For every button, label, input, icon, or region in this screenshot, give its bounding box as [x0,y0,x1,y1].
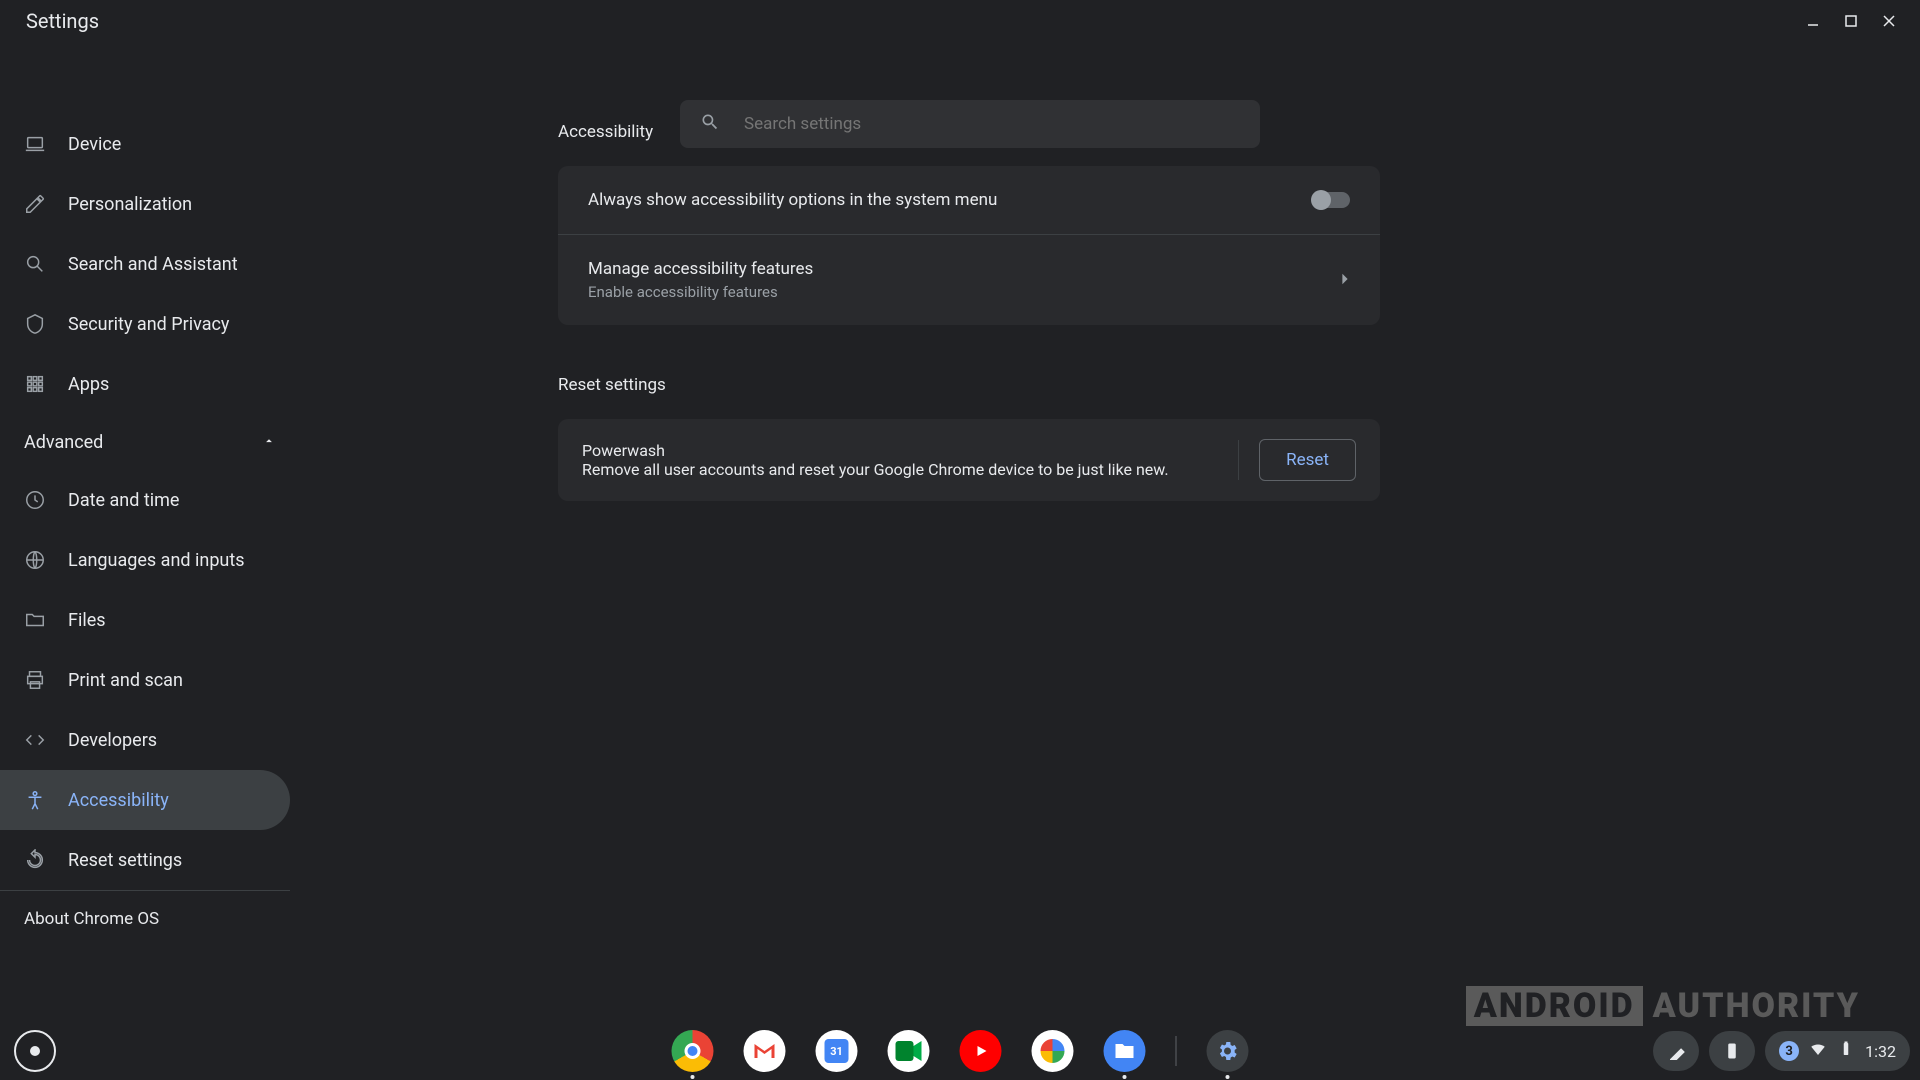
window-title: Settings [12,9,99,33]
search-icon [24,253,46,275]
globe-icon [24,549,46,571]
shield-icon [24,313,46,335]
manage-accessibility-row[interactable]: Manage accessibility features Enable acc… [558,234,1380,325]
laptop-icon [24,133,46,155]
sidebar-item-reset-settings[interactable]: Reset settings [0,830,290,890]
shelf-app-photos[interactable] [1032,1030,1074,1072]
code-icon [24,729,46,751]
accessibility-icon [24,789,46,811]
sidebar-item-label: Device [68,134,121,155]
clock-icon [24,489,46,511]
section-title-reset: Reset settings [558,375,1920,395]
sidebar-item-label: Developers [68,730,157,751]
powerwash-primary: Powerwash [582,441,1218,460]
sidebar-item-label: Files [68,610,106,631]
sidebar-item-label: Reset settings [68,850,182,871]
sidebar-item-label: Search and Assistant [68,254,238,275]
sidebar-item-label: Accessibility [68,790,169,811]
sidebar-item-label: Personalization [68,194,192,215]
shelf-separator [1176,1036,1177,1066]
always-show-toggle[interactable] [1312,192,1350,208]
watermark: ANDROID AUTHORITY [1466,986,1860,1026]
advanced-label: Advanced [24,432,103,453]
watermark-right: AUTHORITY [1653,986,1860,1026]
reset-button[interactable]: Reset [1259,439,1356,481]
maximize-button[interactable] [1832,2,1870,40]
search-bar[interactable] [680,100,1260,148]
sidebar-advanced-toggle[interactable]: Advanced [0,414,300,470]
apps-icon [24,373,46,395]
notification-badge: 3 [1779,1041,1799,1061]
wifi-icon [1809,1040,1827,1062]
tray-status-area[interactable]: 3 1:32 [1765,1031,1910,1071]
shelf-app-gmail[interactable] [744,1030,786,1072]
sidebar-item-label: Date and time [68,490,179,511]
chevron-right-icon [1340,271,1350,290]
sidebar-item-personalization[interactable]: Personalization [0,174,290,234]
accessibility-card: Always show accessibility options in the… [558,166,1380,325]
close-button[interactable] [1870,2,1908,40]
sidebar: Device Personalization Search and Assist… [0,42,300,1080]
sidebar-item-search-assistant[interactable]: Search and Assistant [0,234,290,294]
divider [1238,440,1239,480]
chevron-up-icon [262,432,276,453]
tray-phone-hub[interactable] [1709,1031,1755,1071]
folder-icon [24,609,46,631]
battery-icon [1837,1040,1855,1062]
pencil-icon [24,193,46,215]
sidebar-item-label: Languages and inputs [68,550,245,571]
sidebar-item-security-privacy[interactable]: Security and Privacy [0,294,290,354]
tray-clock: 1:32 [1865,1042,1896,1061]
search-icon [700,112,720,136]
shelf-app-meet[interactable] [888,1030,930,1072]
sidebar-item-apps[interactable]: Apps [0,354,290,414]
shelf-app-chrome[interactable] [672,1030,714,1072]
search-input[interactable] [744,114,1240,134]
reset-icon [24,849,46,871]
minimize-button[interactable] [1794,2,1832,40]
content-area: Accessibility Always show accessibility … [300,42,1920,1080]
printer-icon [24,669,46,691]
reset-card: Powerwash Remove all user accounts and r… [558,419,1380,501]
sidebar-item-label: Security and Privacy [68,314,229,335]
shelf-app-youtube[interactable] [960,1030,1002,1072]
shelf-app-settings[interactable] [1207,1030,1249,1072]
sidebar-item-files[interactable]: Files [0,590,290,650]
sidebar-item-accessibility[interactable]: Accessibility [0,770,290,830]
shelf: 31 3 1:32 [0,1022,1920,1080]
sidebar-item-date-time[interactable]: Date and time [0,470,290,530]
tray-stylus[interactable] [1653,1031,1699,1071]
shelf-app-files[interactable] [1104,1030,1146,1072]
shelf-app-calendar[interactable]: 31 [816,1030,858,1072]
manage-primary: Manage accessibility features [588,259,813,279]
sidebar-item-label: Print and scan [68,670,183,691]
launcher-button[interactable] [14,1030,56,1072]
always-show-row[interactable]: Always show accessibility options in the… [558,166,1380,234]
manage-secondary: Enable accessibility features [588,283,813,301]
sidebar-item-label: Apps [68,374,109,395]
powerwash-secondary: Remove all user accounts and reset your … [582,460,1218,479]
sidebar-item-developers[interactable]: Developers [0,710,290,770]
watermark-left: ANDROID [1466,986,1643,1026]
sidebar-item-print-scan[interactable]: Print and scan [0,650,290,710]
sidebar-about-chrome-os[interactable]: About Chrome OS [0,891,300,947]
sidebar-item-languages[interactable]: Languages and inputs [0,530,290,590]
sidebar-item-device[interactable]: Device [0,114,290,174]
about-label: About Chrome OS [24,909,159,929]
always-show-label: Always show accessibility options in the… [588,190,997,210]
